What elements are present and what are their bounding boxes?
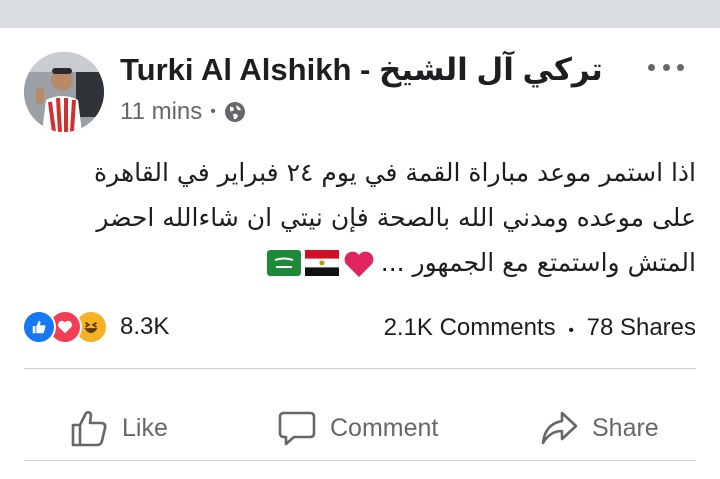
comment-bubble-icon: [278, 411, 316, 446]
red-heart-icon: [344, 251, 374, 277]
post-text-line: اذا استمر موعد مباراة القمة في يوم ٢٤ فب…: [94, 158, 696, 187]
post-emojis: [266, 250, 375, 278]
author-avatar[interactable]: [24, 52, 104, 132]
reaction-count: 8.3K: [120, 313, 170, 340]
post-stats: 8.3K 2.1K Comments • 78 Shares: [0, 304, 720, 352]
post-text-line-last: المتش واستمتع مع الجمهور ...: [28, 240, 696, 285]
meta-separator: •: [210, 103, 216, 120]
post-header: تركي آل الشيخ - Turki Al Alshikh 11 mins…: [0, 28, 720, 138]
like-reaction-icon: [22, 310, 56, 344]
like-button[interactable]: Like: [68, 406, 168, 450]
post-text-line: المتش واستمتع مع الجمهور ...: [380, 248, 696, 277]
post-card: تركي آل الشيخ - Turki Al Alshikh 11 mins…: [0, 28, 720, 479]
egypt-flag-icon: [304, 250, 339, 276]
comment-button[interactable]: Comment: [276, 406, 438, 450]
post-actions: Like Comment Share: [0, 388, 720, 468]
post-text: اذا استمر موعد مباراة القمة في يوم ٢٤ فب…: [28, 150, 696, 285]
saudi-flag-icon: [266, 250, 301, 276]
author-name[interactable]: تركي آل الشيخ - Turki Al Alshikh: [120, 52, 603, 88]
stats-divider: [24, 368, 696, 369]
thumbs-up-icon: [71, 411, 107, 447]
share-button[interactable]: Share: [538, 406, 659, 450]
like-label: Like: [122, 413, 168, 442]
feed-top-separator: [0, 0, 720, 28]
post-meta: 11 mins •: [120, 98, 246, 126]
post-text-line: على موعده ومدني الله بالصحة فإن نيتي ان …: [96, 203, 696, 232]
globe-icon: [224, 101, 246, 123]
comments-count[interactable]: 2.1K Comments: [384, 314, 556, 341]
reactions-summary[interactable]: 8.3K: [22, 310, 169, 344]
counts-separator: •: [568, 322, 574, 339]
share-label: Share: [592, 413, 659, 442]
share-arrow-icon: [541, 411, 578, 445]
post-timestamp[interactable]: 11 mins: [120, 98, 202, 126]
actions-divider: [24, 460, 696, 461]
more-options-icon[interactable]: [648, 56, 684, 78]
comment-label: Comment: [330, 413, 439, 442]
engagement-counts: 2.1K Comments • 78 Shares: [384, 314, 696, 342]
shares-count[interactable]: 78 Shares: [587, 314, 696, 341]
